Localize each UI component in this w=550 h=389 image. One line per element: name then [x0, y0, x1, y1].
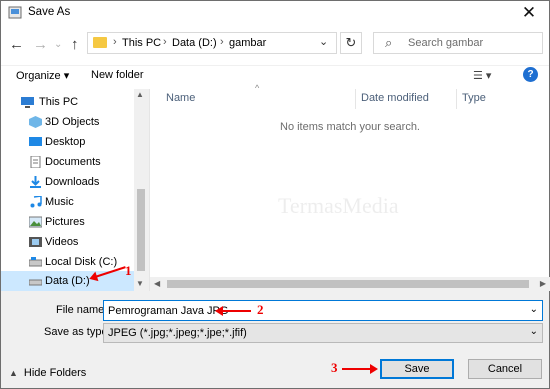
column-divider: [355, 89, 356, 109]
forward-arrow-icon[interactable]: →: [33, 36, 48, 53]
tree-item-3d-objects[interactable]: 3D Objects: [1, 112, 134, 132]
annotation-number: 1: [125, 263, 132, 278]
breadcrumb-this-pc[interactable]: This PC: [122, 37, 161, 49]
file-name-value: Pemrograman Java JPG: [108, 305, 229, 317]
tree-item-music[interactable]: Music: [1, 192, 134, 212]
cancel-button[interactable]: Cancel: [468, 359, 542, 379]
hide-folders-button[interactable]: ▲ Hide Folders: [9, 367, 86, 379]
search-input[interactable]: ⌕ Search gambar: [373, 32, 543, 54]
address-bar[interactable]: › This PC › Data (D:) › gambar ⌄: [87, 32, 337, 54]
column-header-date-modified[interactable]: Date modified: [361, 91, 429, 109]
save-as-dialog: Save As ✕ ← → ⌄ ↑ › This PC › Data (D:) …: [0, 0, 550, 389]
close-button[interactable]: ✕: [515, 1, 543, 25]
watermark: TermasMedia: [278, 193, 399, 218]
navigation-pane[interactable]: This PC 3D Objects Desktop Documents Dow…: [1, 89, 148, 291]
save-options-area: File name: Pemrograman Java JPG ⌄ Save a…: [1, 291, 549, 388]
tree-item-downloads[interactable]: Downloads: [1, 172, 134, 192]
drive-icon: [29, 257, 42, 267]
desktop-icon: [29, 137, 42, 146]
3d-objects-icon: [29, 116, 42, 128]
column-divider: [456, 89, 457, 109]
breadcrumb-separator: ›: [163, 36, 167, 48]
tree-item-pictures[interactable]: Pictures: [1, 212, 134, 232]
downloads-icon: [30, 176, 41, 188]
tree-item-data-d[interactable]: Data (D:): [1, 271, 134, 291]
folder-icon: [93, 37, 107, 48]
command-bar: Organize ▾ New folder ☰ ▾ ?: [1, 65, 549, 89]
pc-icon: [21, 97, 34, 108]
breadcrumb-gambar[interactable]: gambar: [229, 37, 266, 49]
window-title: Save As: [28, 6, 71, 18]
tree-item-documents[interactable]: Documents: [1, 152, 134, 172]
view-options-button[interactable]: ☰ ▾: [473, 69, 491, 82]
pictures-icon: [29, 216, 42, 228]
column-header-type[interactable]: Type: [462, 91, 486, 109]
videos-icon: [29, 237, 42, 247]
chevron-up-icon: ▲: [9, 368, 18, 378]
search-icon: ⌕: [385, 35, 393, 50]
save-as-type-value: JPEG (*.jpg;*.jpeg;*.jpe;*.jfif): [108, 327, 247, 339]
help-icon[interactable]: ?: [523, 67, 538, 82]
annotation-number: 2: [257, 302, 264, 317]
app-icon: [8, 6, 22, 19]
file-name-label: File name:: [56, 304, 108, 316]
scroll-left-icon[interactable]: ◀: [154, 279, 160, 288]
breadcrumb-separator: ›: [220, 36, 224, 48]
scrollbar-thumb[interactable]: [167, 280, 529, 288]
tree-item-this-pc[interactable]: This PC: [1, 92, 134, 112]
horizontal-scrollbar[interactable]: ◀ ▶: [150, 277, 550, 291]
chevron-down-icon[interactable]: ⌄: [319, 35, 328, 48]
breadcrumb-data-drive[interactable]: Data (D:): [172, 37, 217, 49]
tree-item-videos[interactable]: Videos: [1, 232, 134, 252]
recent-locations-icon[interactable]: ⌄: [54, 39, 62, 50]
scroll-down-icon[interactable]: ▼: [136, 279, 144, 288]
empty-message: No items match your search.: [280, 121, 420, 133]
breadcrumb-separator: ›: [113, 36, 117, 48]
title-bar: Save As ✕: [1, 1, 549, 25]
new-folder-button[interactable]: New folder: [91, 69, 144, 81]
drive-icon: [29, 279, 42, 286]
file-list[interactable]: ^ Name Date modified Type No items match…: [149, 83, 550, 291]
scroll-up-icon[interactable]: ▲: [136, 90, 144, 99]
hide-folders-label: Hide Folders: [23, 367, 87, 379]
refresh-button[interactable]: ↻: [340, 32, 362, 54]
nav-pane-scrollbar[interactable]: ▲ ▼: [134, 89, 148, 291]
annotation-number: 3: [331, 360, 338, 375]
back-arrow-icon[interactable]: ←: [9, 36, 24, 53]
annotation-arrow-icon: [215, 306, 251, 316]
up-arrow-icon[interactable]: ↑: [71, 36, 79, 53]
annotation-arrow-icon: [342, 364, 378, 374]
search-placeholder: Search gambar: [408, 37, 484, 49]
save-as-type-label: Save as type:: [44, 326, 111, 338]
column-header-name[interactable]: Name: [166, 91, 195, 109]
music-icon: [30, 196, 42, 208]
file-name-input[interactable]: Pemrograman Java JPG ⌄: [103, 300, 543, 321]
chevron-down-icon[interactable]: ⌄: [530, 326, 538, 337]
scroll-right-icon[interactable]: ▶: [540, 279, 546, 288]
chevron-down-icon[interactable]: ⌄: [530, 304, 538, 315]
tree-item-desktop[interactable]: Desktop: [1, 132, 134, 152]
documents-icon: [30, 156, 41, 168]
save-as-type-select[interactable]: JPEG (*.jpg;*.jpeg;*.jpe;*.jfif) ⌄: [103, 323, 543, 343]
scrollbar-thumb[interactable]: [137, 189, 145, 271]
sort-arrow-icon: ^: [255, 83, 260, 93]
organize-button[interactable]: Organize ▾: [16, 69, 69, 82]
save-button[interactable]: Save: [380, 359, 454, 379]
